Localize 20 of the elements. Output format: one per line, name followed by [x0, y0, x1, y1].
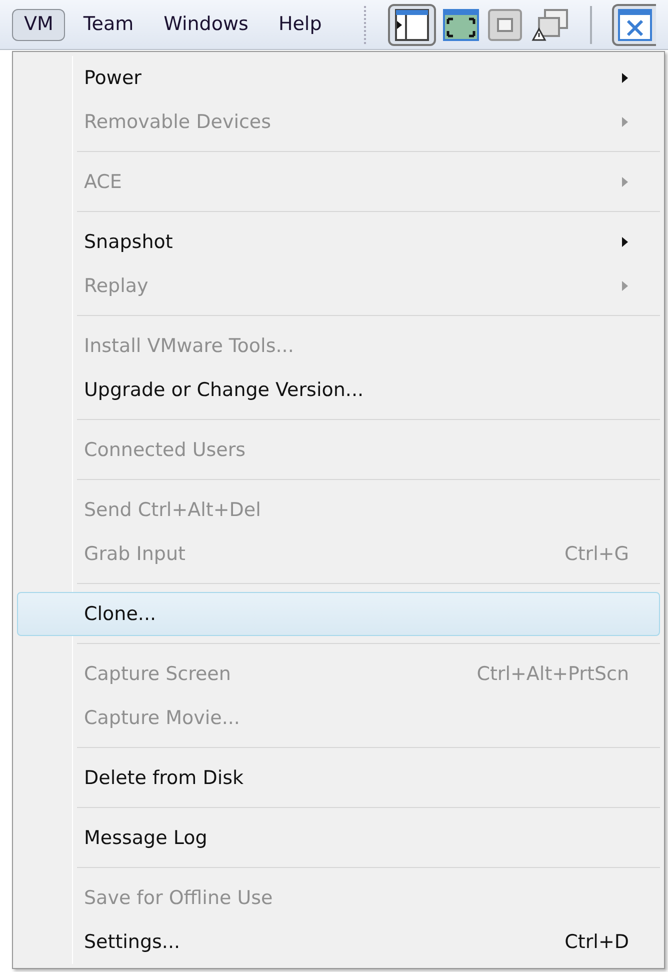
menu-item[interactable]: Delete from Disk [17, 756, 660, 800]
unity-view-icon[interactable] [486, 6, 524, 42]
menu-bar-item[interactable]: Team [71, 8, 146, 40]
menu-item[interactable]: Message Log [17, 816, 660, 860]
menu-bar-item[interactable]: Windows [152, 8, 260, 40]
full-screen-icon[interactable] [442, 6, 480, 42]
menu-item[interactable]: Snapshot [17, 220, 660, 264]
menu-bar-item[interactable]: VM [12, 8, 66, 40]
submenu-arrow-icon [621, 176, 629, 188]
submenu-arrow-icon [621, 116, 629, 128]
menu-item[interactable]: Upgrade or Change Version... [17, 368, 660, 412]
menu-item[interactable]: Power [17, 56, 660, 100]
submenu-arrow-icon [621, 280, 629, 292]
submenu-arrow-icon [621, 236, 629, 248]
menu-item[interactable]: Clone... [17, 592, 660, 636]
sidebar-view-icon[interactable] [388, 4, 436, 46]
menu-bar-item[interactable]: Help [266, 8, 334, 40]
menu-item[interactable]: Settings... Ctrl+D [17, 920, 660, 964]
submenu-arrow-icon [621, 72, 629, 84]
windows-warning-icon[interactable] [530, 6, 570, 42]
